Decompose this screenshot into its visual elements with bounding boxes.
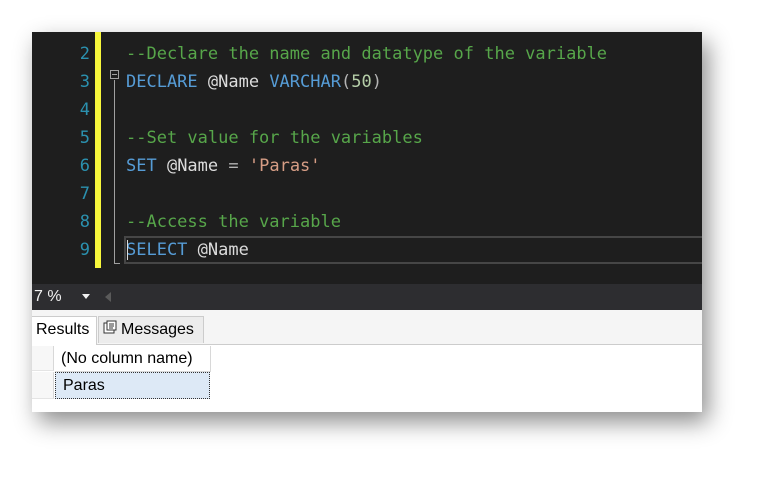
code-token: 'Paras' xyxy=(248,156,321,176)
code-token: 50 xyxy=(351,72,372,92)
row-header[interactable] xyxy=(32,372,54,399)
tab-results-label: Results xyxy=(36,321,90,338)
tab-messages[interactable]: Messages xyxy=(98,316,204,343)
tab-messages-label: Messages xyxy=(121,321,194,338)
line-number: 5 xyxy=(79,128,90,148)
fold-guide-line xyxy=(114,80,115,264)
tab-results[interactable]: Results xyxy=(32,316,97,345)
code-token: --Set value for the variables xyxy=(126,128,423,148)
collapse-toggle-icon[interactable] xyxy=(110,70,119,79)
code-token: VARCHAR xyxy=(269,72,341,92)
code-line[interactable]: 2 --Declare the name and datatype of the … xyxy=(32,40,702,68)
line-number: 6 xyxy=(79,156,90,176)
code-line[interactable]: 5 --Set value for the variables xyxy=(32,124,702,152)
column-header[interactable]: (No column name) xyxy=(55,346,211,372)
fold-guide-end xyxy=(114,263,120,264)
code-text: --Access the variable xyxy=(126,208,341,236)
line-number: 2 xyxy=(79,44,90,64)
results-grid: (No column name) Paras xyxy=(32,346,702,412)
code-token: @Name xyxy=(156,156,229,176)
code-token: @Name xyxy=(197,72,270,92)
code-token: DECLARE xyxy=(126,72,198,92)
code-text: SET @Name = 'Paras' xyxy=(126,152,321,180)
code-token: ) xyxy=(371,72,382,92)
editor-status-bar: 7 % xyxy=(32,284,702,310)
grid-corner[interactable] xyxy=(32,346,54,371)
code-token: ( xyxy=(340,72,352,92)
line-number: 8 xyxy=(79,212,90,232)
code-token: --Access the variable xyxy=(126,212,341,232)
messages-icon xyxy=(103,317,117,342)
line-number: 3 xyxy=(79,72,90,92)
code-line[interactable]: 7 xyxy=(32,180,702,208)
code-token: --Declare the name and datatype of the v… xyxy=(126,44,608,64)
code-text: DECLARE @Name VARCHAR(50) xyxy=(126,68,382,96)
code-line[interactable]: 6 SET @Name = 'Paras' xyxy=(32,152,702,180)
code-line[interactable]: 8 --Access the variable xyxy=(32,208,702,236)
results-tabs: Results Messages xyxy=(32,310,702,345)
results-pane: Results Messages (No column name) Paras xyxy=(32,310,702,412)
code-text: --Set value for the variables xyxy=(126,124,423,152)
code-token: SET xyxy=(126,156,157,176)
code-line[interactable]: 4 xyxy=(32,96,702,124)
zoom-dropdown-icon[interactable] xyxy=(82,294,90,299)
query-editor[interactable]: 2 --Declare the name and datatype of the … xyxy=(32,32,702,284)
scroll-left-icon[interactable] xyxy=(105,292,111,302)
ssms-window: 2 --Declare the name and datatype of the … xyxy=(32,32,702,412)
current-line-highlight xyxy=(124,236,702,264)
line-number: 4 xyxy=(79,100,90,120)
code-text: --Declare the name and datatype of the v… xyxy=(126,40,607,68)
line-number: 9 xyxy=(79,240,90,260)
text-caret xyxy=(127,240,128,260)
code-line[interactable]: 3 DECLARE @Name VARCHAR(50) xyxy=(32,68,702,96)
zoom-level[interactable]: 7 % xyxy=(32,284,62,310)
line-number: 7 xyxy=(79,184,90,204)
code-token: = xyxy=(228,156,239,176)
result-cell[interactable]: Paras xyxy=(55,372,210,399)
